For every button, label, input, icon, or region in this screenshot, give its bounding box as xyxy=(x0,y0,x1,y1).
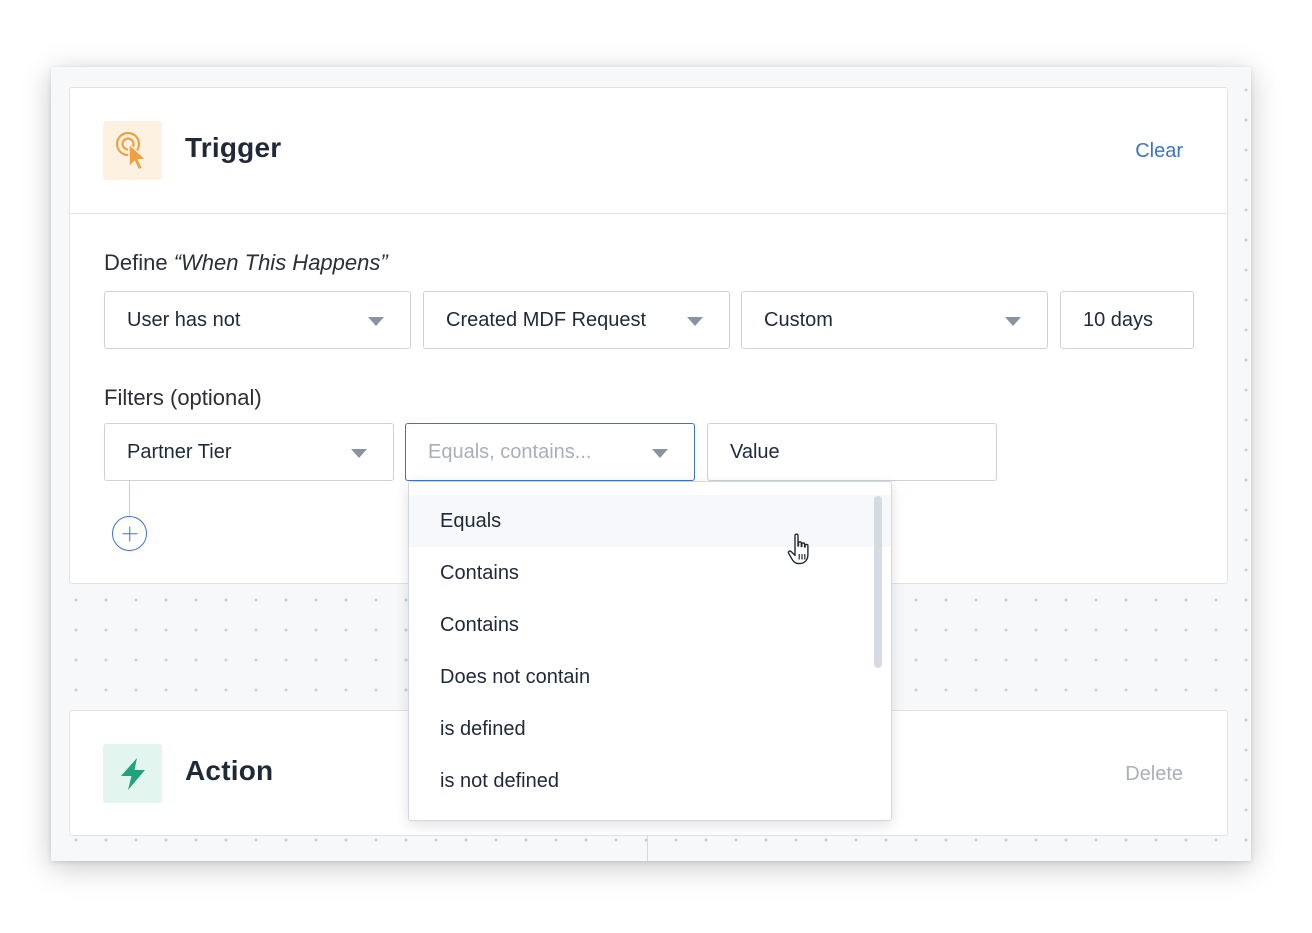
dropdown-option[interactable]: is not defined xyxy=(409,755,891,807)
event-value: Created MDF Request xyxy=(446,308,647,331)
connector-line xyxy=(647,835,648,861)
dropdown-option[interactable]: is defined xyxy=(409,703,891,755)
user-condition-select[interactable]: User has not xyxy=(104,291,411,349)
dropdown-scrollbar[interactable] xyxy=(874,496,882,668)
trigger-icon-tile xyxy=(103,121,162,180)
filters-label: Filters (optional) xyxy=(104,385,262,410)
filter-tree-line xyxy=(129,481,130,517)
filter-value-input[interactable]: Value xyxy=(707,423,997,481)
define-label: Define “When This Happens” xyxy=(104,250,388,276)
dropdown-option[interactable]: Contains xyxy=(409,599,891,651)
filter-field-select[interactable]: Partner Tier xyxy=(104,423,394,481)
filter-field-value: Partner Tier xyxy=(127,440,232,463)
days-value: 10 days xyxy=(1083,308,1154,331)
trigger-header: Trigger Clear xyxy=(70,88,1227,214)
chevron-down-icon xyxy=(351,449,367,458)
define-label-quote: “When This Happens” xyxy=(173,250,388,275)
operator-dropdown-menu: Equals Contains Contains Does not contai… xyxy=(408,481,892,821)
action-icon-tile xyxy=(103,744,162,803)
trigger-title: Trigger xyxy=(185,132,282,163)
add-filter-button[interactable] xyxy=(112,516,147,551)
filter-operator-placeholder: Equals, contains... xyxy=(428,440,592,463)
dropdown-option[interactable]: Contains xyxy=(409,547,891,599)
define-label-prefix: Define xyxy=(104,250,174,275)
clear-button[interactable]: Clear xyxy=(1135,140,1183,163)
action-title: Action xyxy=(185,755,274,786)
dropdown-option[interactable]: Does not contain xyxy=(409,651,891,703)
workflow-canvas: Trigger Clear Define “When This Happens”… xyxy=(51,67,1251,861)
dropdown-option[interactable]: Equals xyxy=(409,495,891,547)
chevron-down-icon xyxy=(687,317,703,326)
chevron-down-icon xyxy=(368,317,384,326)
period-value: Custom xyxy=(764,308,833,331)
period-select[interactable]: Custom xyxy=(741,291,1048,349)
chevron-down-icon xyxy=(652,449,668,458)
event-select[interactable]: Created MDF Request xyxy=(423,291,730,349)
chevron-down-icon xyxy=(1005,317,1021,326)
filter-operator-select[interactable]: Equals, contains... xyxy=(405,423,695,481)
hand-cursor-icon xyxy=(787,533,809,565)
filter-value-placeholder: Value xyxy=(730,440,780,463)
lightning-bolt-icon xyxy=(120,757,145,790)
user-condition-value: User has not xyxy=(127,308,241,331)
days-input[interactable]: 10 days xyxy=(1060,291,1194,349)
tap-pointer-icon xyxy=(115,131,147,171)
delete-button[interactable]: Delete xyxy=(1125,763,1183,786)
